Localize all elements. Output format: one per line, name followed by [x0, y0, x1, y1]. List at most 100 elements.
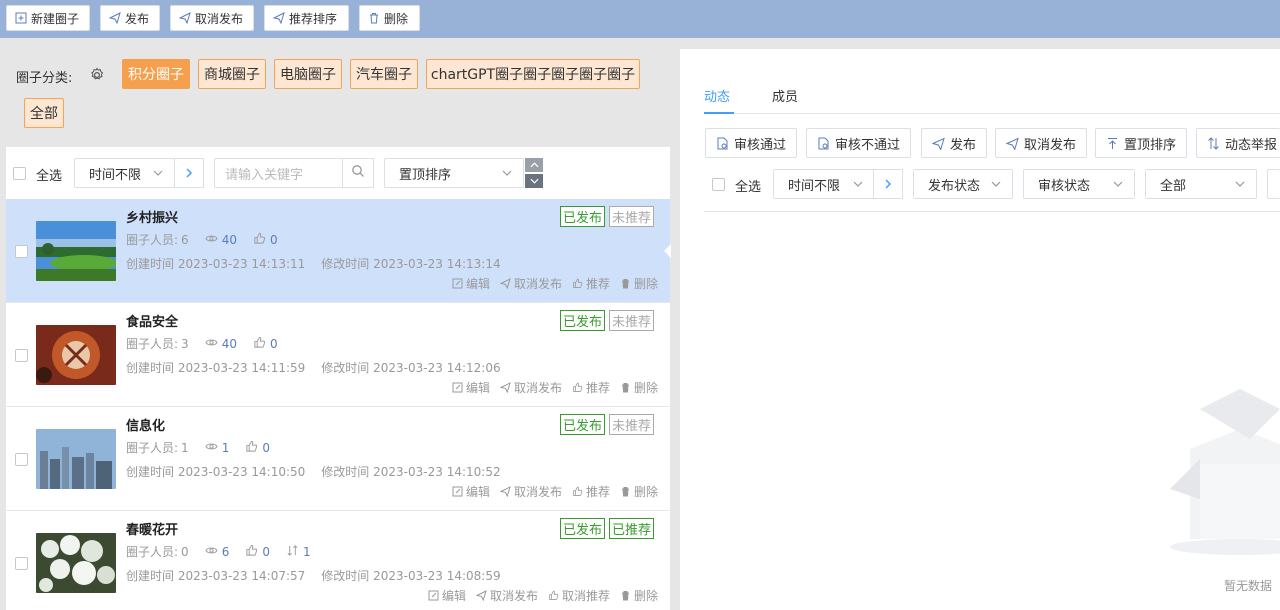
created-time: 2023-03-23 14:10:50 [177, 465, 306, 479]
publish-feed-label: 发布 [950, 137, 977, 153]
list-item[interactable]: 乡村振兴 圈子人员: 6 40 0 创建时间 2023-03-23 14:13:… [6, 199, 671, 303]
recommend-action[interactable]: 推荐 [572, 483, 610, 500]
item-meta: 圈子人员: 0 6 0 1 [126, 543, 311, 560]
members-count: 6 [181, 232, 189, 247]
sort-select[interactable]: 置顶排序 [384, 158, 524, 188]
sort-down-button[interactable] [525, 174, 543, 188]
approve-button[interactable]: 审核通过 [705, 128, 798, 158]
edit-action[interactable]: 编辑 [452, 379, 490, 396]
extra-filter-select[interactable] [1267, 169, 1280, 199]
chevron-down-icon [1234, 178, 1246, 190]
category-tag-chatgpt[interactable]: chartGPT圈子圈子圈子圈子圈子 [426, 59, 640, 89]
item-actions: 编辑 取消发布 取消推荐 删除 [428, 587, 658, 604]
recommend-sort-button[interactable]: 推荐排序 [264, 5, 349, 31]
reject-button[interactable]: 审核不通过 [806, 128, 912, 158]
members-label: 圈子人员: [126, 545, 179, 559]
delete-action[interactable]: 删除 [620, 587, 658, 604]
edit-label: 编辑 [441, 589, 466, 603]
cancel-recommend-action[interactable]: 取消推荐 [548, 587, 610, 604]
audit-status-select[interactable]: 审核状态 [1023, 169, 1135, 199]
tab-feed[interactable]: 动态 [704, 86, 730, 105]
likes-count: 0 [262, 440, 270, 455]
item-checkbox[interactable] [15, 245, 28, 258]
send-icon [475, 590, 487, 601]
list-item[interactable]: 信息化 圈子人员: 1 1 0 创建时间 2023-03-23 14:10:50… [6, 407, 670, 511]
send-icon [1006, 137, 1019, 150]
new-circle-button[interactable]: 新建圈子 [6, 5, 90, 31]
list-item[interactable]: 春暖花开 圈子人员: 0 6 0 1 创建时间 2023-03-23 14:07… [6, 511, 670, 610]
report-label: 动态举报 [1225, 137, 1278, 153]
unpublish-label: 取消发布 [513, 277, 562, 291]
pin-sort-button[interactable]: 置顶排序 [1095, 128, 1188, 158]
item-meta: 圈子人员: 6 40 0 [126, 231, 278, 248]
gear-icon[interactable] [89, 67, 105, 83]
search-placeholder: 请输入关键字 [225, 167, 304, 183]
unpublish-action[interactable]: 取消发布 [499, 275, 562, 292]
list-item[interactable]: 食品安全 圈子人员: 3 40 0 创建时间 2023-03-23 14:11:… [6, 303, 670, 407]
sort-up-button[interactable] [525, 158, 543, 172]
trash-icon [620, 486, 631, 497]
likes-count: 0 [262, 544, 270, 559]
unpublish-action[interactable]: 取消发布 [475, 587, 538, 604]
edit-action[interactable]: 编辑 [428, 587, 466, 604]
publish-button[interactable]: 发布 [100, 5, 160, 31]
publish-feed-button[interactable]: 发布 [921, 128, 988, 158]
likes-count: 0 [269, 336, 278, 351]
unpublish-action[interactable]: 取消发布 [499, 483, 562, 500]
unpublish-button[interactable]: 取消发布 [170, 5, 254, 31]
category-tag-car[interactable]: 汽车圈子 [350, 59, 418, 89]
recommend-action[interactable]: 推荐 [572, 275, 610, 292]
audit-status-value: 审核状态 [1038, 178, 1091, 194]
report-button[interactable]: 动态举报 [1196, 128, 1280, 158]
publish-status-select[interactable]: 发布状态 [913, 169, 1013, 199]
category-tag-points[interactable]: 积分圈子 [122, 59, 190, 89]
top-toolbar: 新建圈子 发布 取消发布 推荐排序 删除 [0, 0, 1280, 38]
edit-action[interactable]: 编辑 [452, 483, 490, 500]
send-icon [273, 12, 285, 24]
created-time: 2023-03-23 14:13:11 [177, 257, 306, 271]
item-checkbox[interactable] [15, 557, 28, 570]
thumbs-up-icon [572, 278, 583, 289]
search-button[interactable] [342, 158, 374, 188]
audit-doc-icon [716, 137, 729, 150]
modified-time: 2023-03-23 14:08:59 [373, 569, 501, 583]
delete-action[interactable]: 删除 [620, 379, 658, 396]
time-filter-select[interactable]: 时间不限 [773, 169, 875, 199]
delete-action[interactable]: 删除 [620, 275, 658, 292]
item-checkbox[interactable] [15, 453, 28, 466]
time-filter-value: 时间不限 [788, 178, 841, 194]
send-icon [932, 137, 945, 150]
category-tag-mall[interactable]: 商城圈子 [198, 59, 266, 89]
list-filter-bar: 全选 时间不限 请输入关键字 置顶排序 [6, 147, 670, 199]
unpublish-action[interactable]: 取消发布 [499, 379, 562, 396]
thumbs-up-icon [253, 336, 266, 352]
item-checkbox[interactable] [15, 349, 28, 362]
time-filter-go-button[interactable] [873, 169, 903, 199]
edit-icon [452, 278, 463, 289]
item-times: 创建时间 2023-03-23 14:11:59 修改时间 2023-03-23 … [126, 359, 501, 376]
sort-direction [525, 158, 543, 188]
recommend-action[interactable]: 推荐 [572, 379, 610, 396]
time-filter-go-button[interactable] [174, 158, 204, 188]
delete-label: 删除 [633, 381, 658, 395]
created-time: 2023-03-23 14:11:59 [177, 361, 306, 375]
circle-thumbnail [36, 429, 116, 489]
unpublish-label: 取消发布 [195, 11, 244, 26]
edit-action[interactable]: 编辑 [452, 275, 490, 292]
delete-action[interactable]: 删除 [620, 483, 658, 500]
keyword-search-input[interactable]: 请输入关键字 [214, 158, 344, 188]
time-filter-select[interactable]: 时间不限 [74, 158, 175, 188]
delete-button[interactable]: 删除 [359, 5, 420, 31]
send-icon [179, 12, 191, 24]
unpublish-feed-button[interactable]: 取消发布 [995, 128, 1088, 158]
tab-members[interactable]: 成员 [772, 86, 798, 105]
all-filter-select[interactable]: 全部 [1145, 169, 1257, 199]
category-tag-computer[interactable]: 电脑圈子 [274, 59, 342, 89]
recommend-label: 推荐 [585, 277, 610, 291]
category-tag-all[interactable]: 全部 [24, 98, 64, 128]
unpublish-label: 取消发布 [489, 589, 538, 603]
publish-status-value: 发布状态 [928, 178, 981, 194]
select-all-checkbox[interactable] [13, 167, 26, 180]
select-all-checkbox[interactable] [712, 178, 725, 191]
unpublish-label: 取消发布 [513, 485, 562, 499]
